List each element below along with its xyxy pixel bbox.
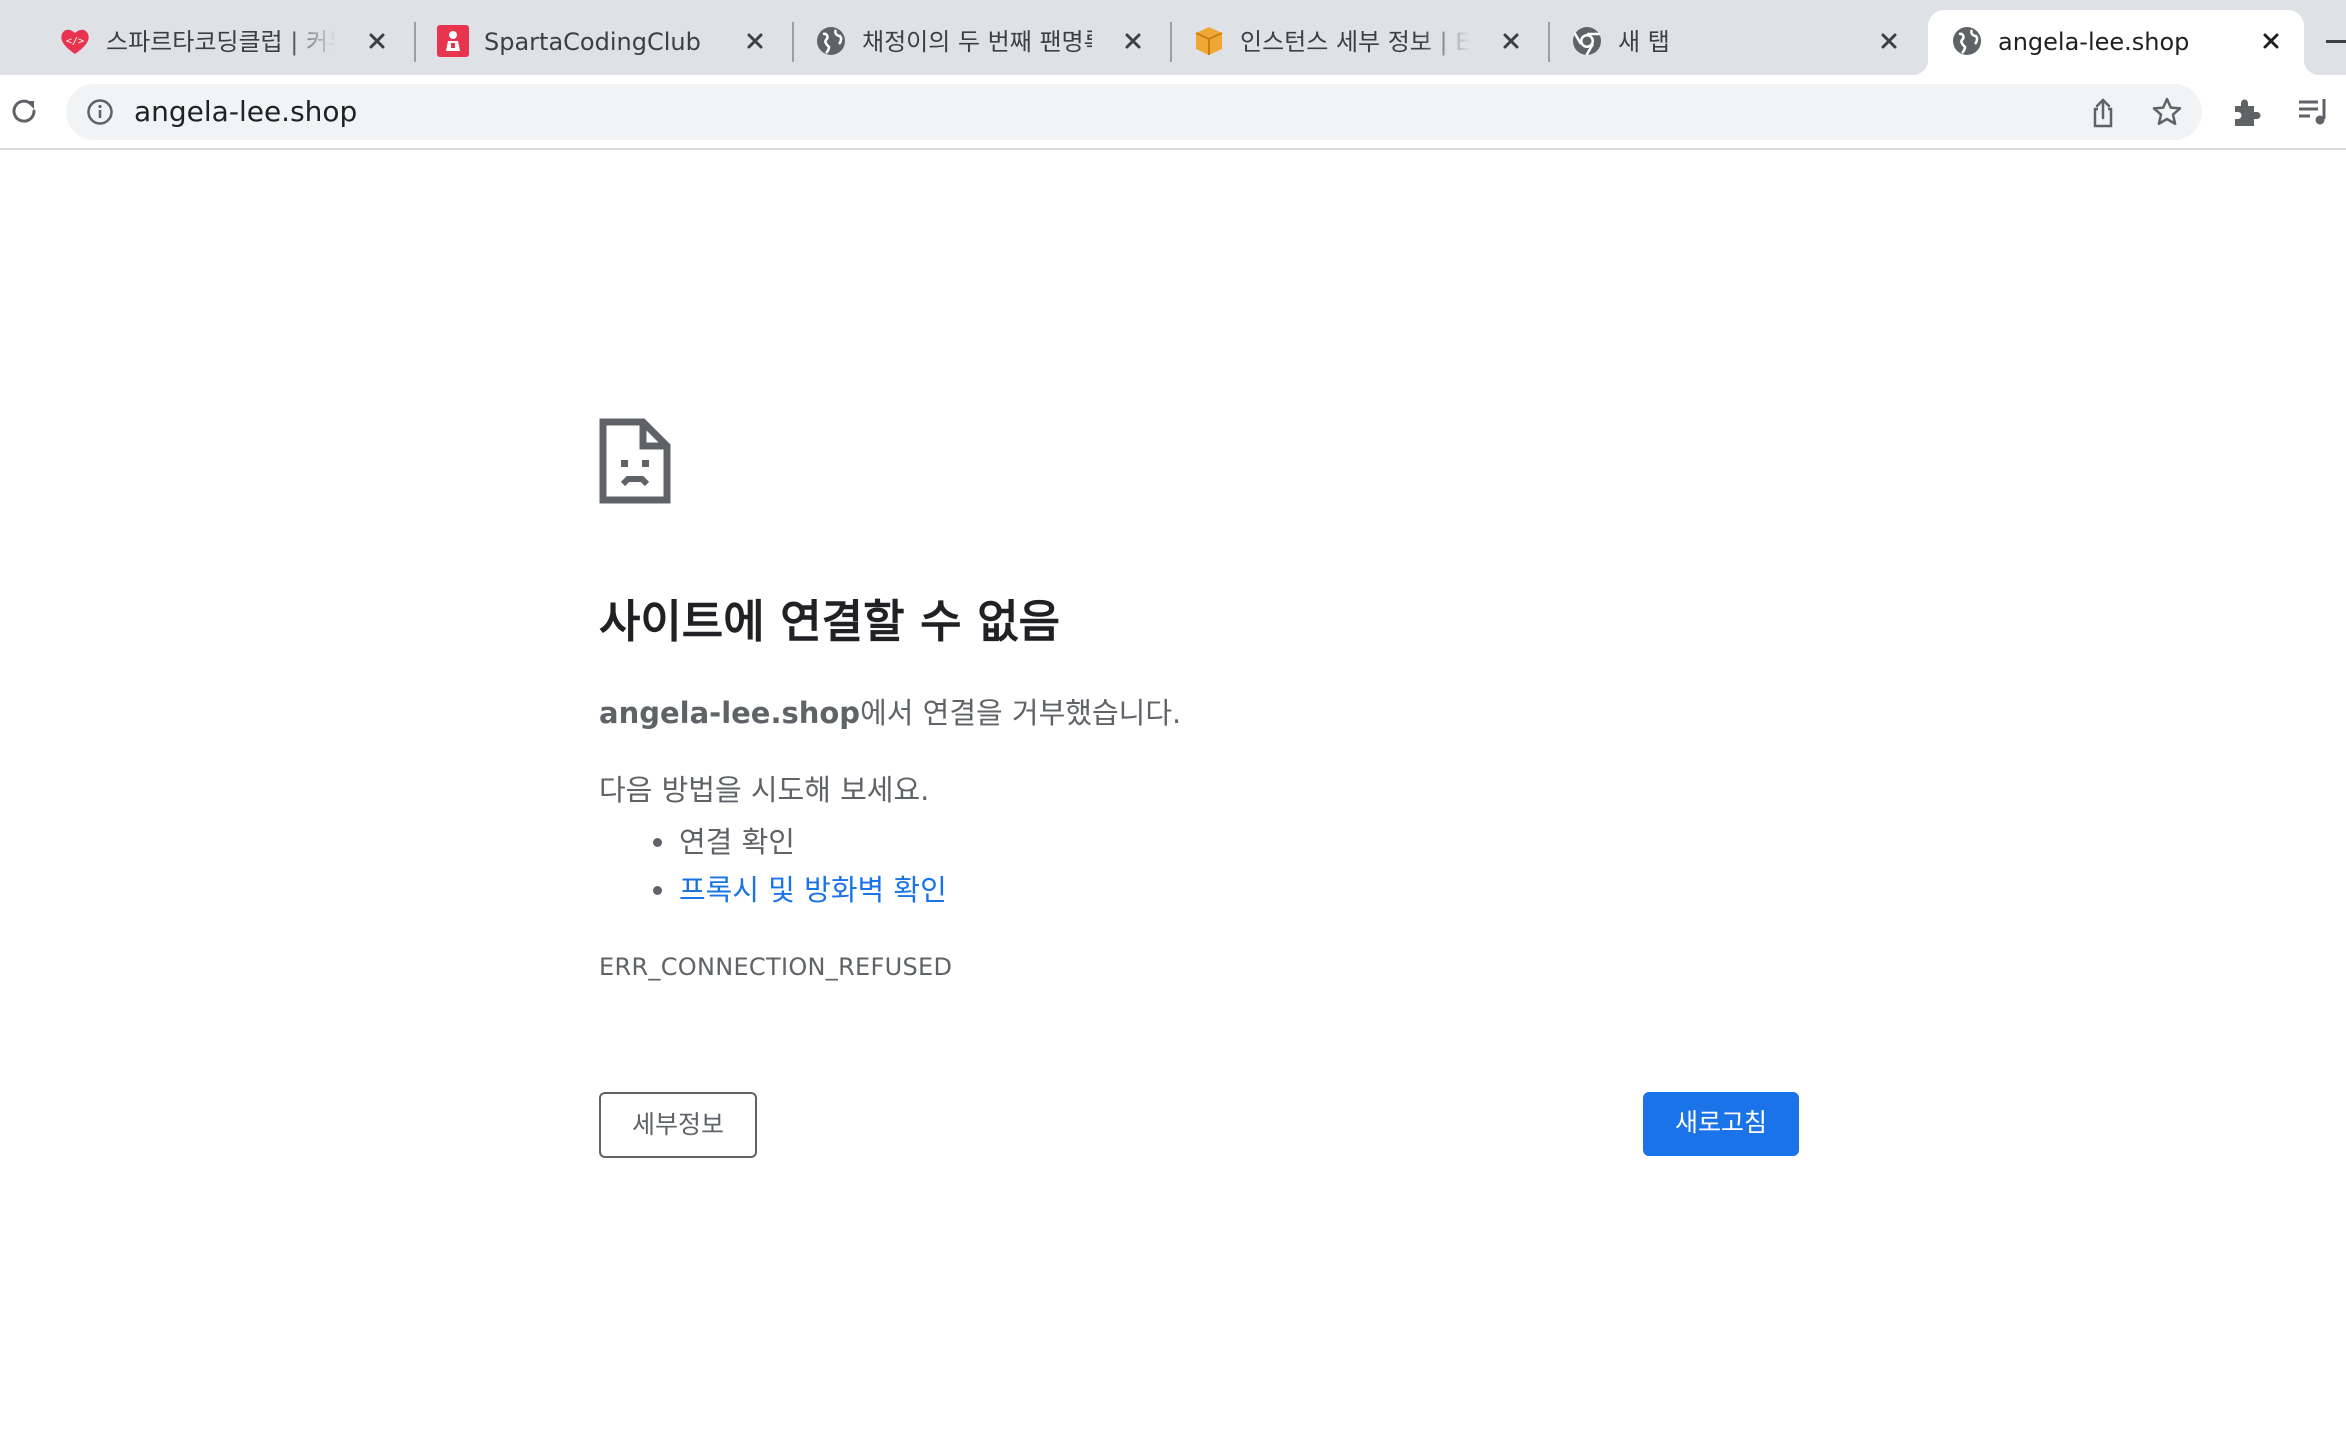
tab-title: 스파르타코딩클럽 | 커뮤니티 (106, 28, 336, 56)
share-icon[interactable] (2086, 96, 2120, 130)
tab-sparta-coding-club[interactable]: SpartaCodingClub (378, 10, 763, 75)
suggestion-item: 프록시 및 방화벽 확인 (653, 866, 1779, 914)
sparta-logo-icon (437, 25, 469, 57)
error-description-text: 에서 연결을 거부했습니다. (860, 696, 1182, 730)
error-description: angela-lee.shop에서 연결을 거부했습니다. (599, 693, 1799, 733)
aws-box-icon (1195, 27, 1223, 55)
address-bar[interactable]: angela-lee.shop (66, 84, 2202, 140)
error-host: angela-lee.shop (599, 696, 861, 730)
suggestions-heading: 다음 방법을 시도해 보세요. (599, 773, 930, 807)
svg-text:</>: </> (66, 36, 84, 47)
error-title: 사이트에 연결할 수 없음 (599, 595, 1061, 648)
details-button[interactable]: 세부정보 (599, 1092, 757, 1158)
media-queue-icon[interactable] (2296, 95, 2330, 129)
url-text[interactable]: angela-lee.shop (134, 92, 357, 132)
tab-title: angela-lee.shop (1998, 28, 2190, 56)
browser-toolbar: angela-lee.shop (0, 75, 2346, 150)
bullet (653, 838, 662, 847)
reload-icon[interactable] (6, 93, 42, 129)
suggestion-proxy-firewall-link[interactable]: 프록시 및 방화벽 확인 (679, 873, 947, 907)
code-heart-icon: </> (61, 29, 89, 54)
close-icon[interactable] (1874, 26, 1904, 56)
suggestions-list: 연결 확인 프록시 및 방화벽 확인 (653, 818, 1779, 914)
reload-button[interactable]: 새로고침 (1643, 1092, 1799, 1156)
tab-guestbook[interactable]: 채정이의 두 번째 팬명록 (756, 10, 1141, 75)
bullet (653, 886, 662, 895)
error-code: ERR_CONNECTION_REFUSED (599, 953, 953, 981)
info-icon[interactable] (86, 98, 114, 126)
bookmark-star-icon[interactable] (2150, 95, 2184, 129)
tab-angela-lee-shop[interactable]: angela-lee.shop (1912, 10, 2320, 75)
tab-ec2-instance[interactable]: 인스턴스 세부 정보 | EC2 (1134, 10, 1519, 75)
chrome-icon (1573, 27, 1601, 56)
globe-icon (817, 27, 845, 55)
tab-sparta-community[interactable]: </> 스파르타코딩클럽 | 커뮤니티 (0, 10, 385, 75)
tab-title: SpartaCodingClub (484, 28, 701, 56)
error-page: 사이트에 연결할 수 없음 angela-lee.shop에서 연결을 거부했습… (0, 150, 2346, 1430)
tab-title: 새 탭 (1618, 28, 1670, 56)
tab-strip: </> 스파르타코딩클럽 | 커뮤니티 SpartaCodingClub 채정이… (0, 0, 2346, 75)
globe-icon (1953, 27, 1981, 55)
tab-title: 채정이의 두 번째 팬명록 (862, 28, 1092, 56)
suggestion-check-connection: 연결 확인 (679, 825, 795, 859)
suggestion-item: 연결 확인 (653, 818, 1779, 866)
sad-document-icon (599, 418, 671, 504)
tab-title: 인스턴스 세부 정보 | EC2 (1240, 28, 1470, 56)
extensions-puzzle-icon[interactable] (2230, 95, 2264, 129)
tab-overflow-indicator (2326, 40, 2346, 43)
close-icon[interactable] (2256, 26, 2286, 56)
tab-new-tab[interactable]: 새 탭 (1512, 10, 1897, 75)
